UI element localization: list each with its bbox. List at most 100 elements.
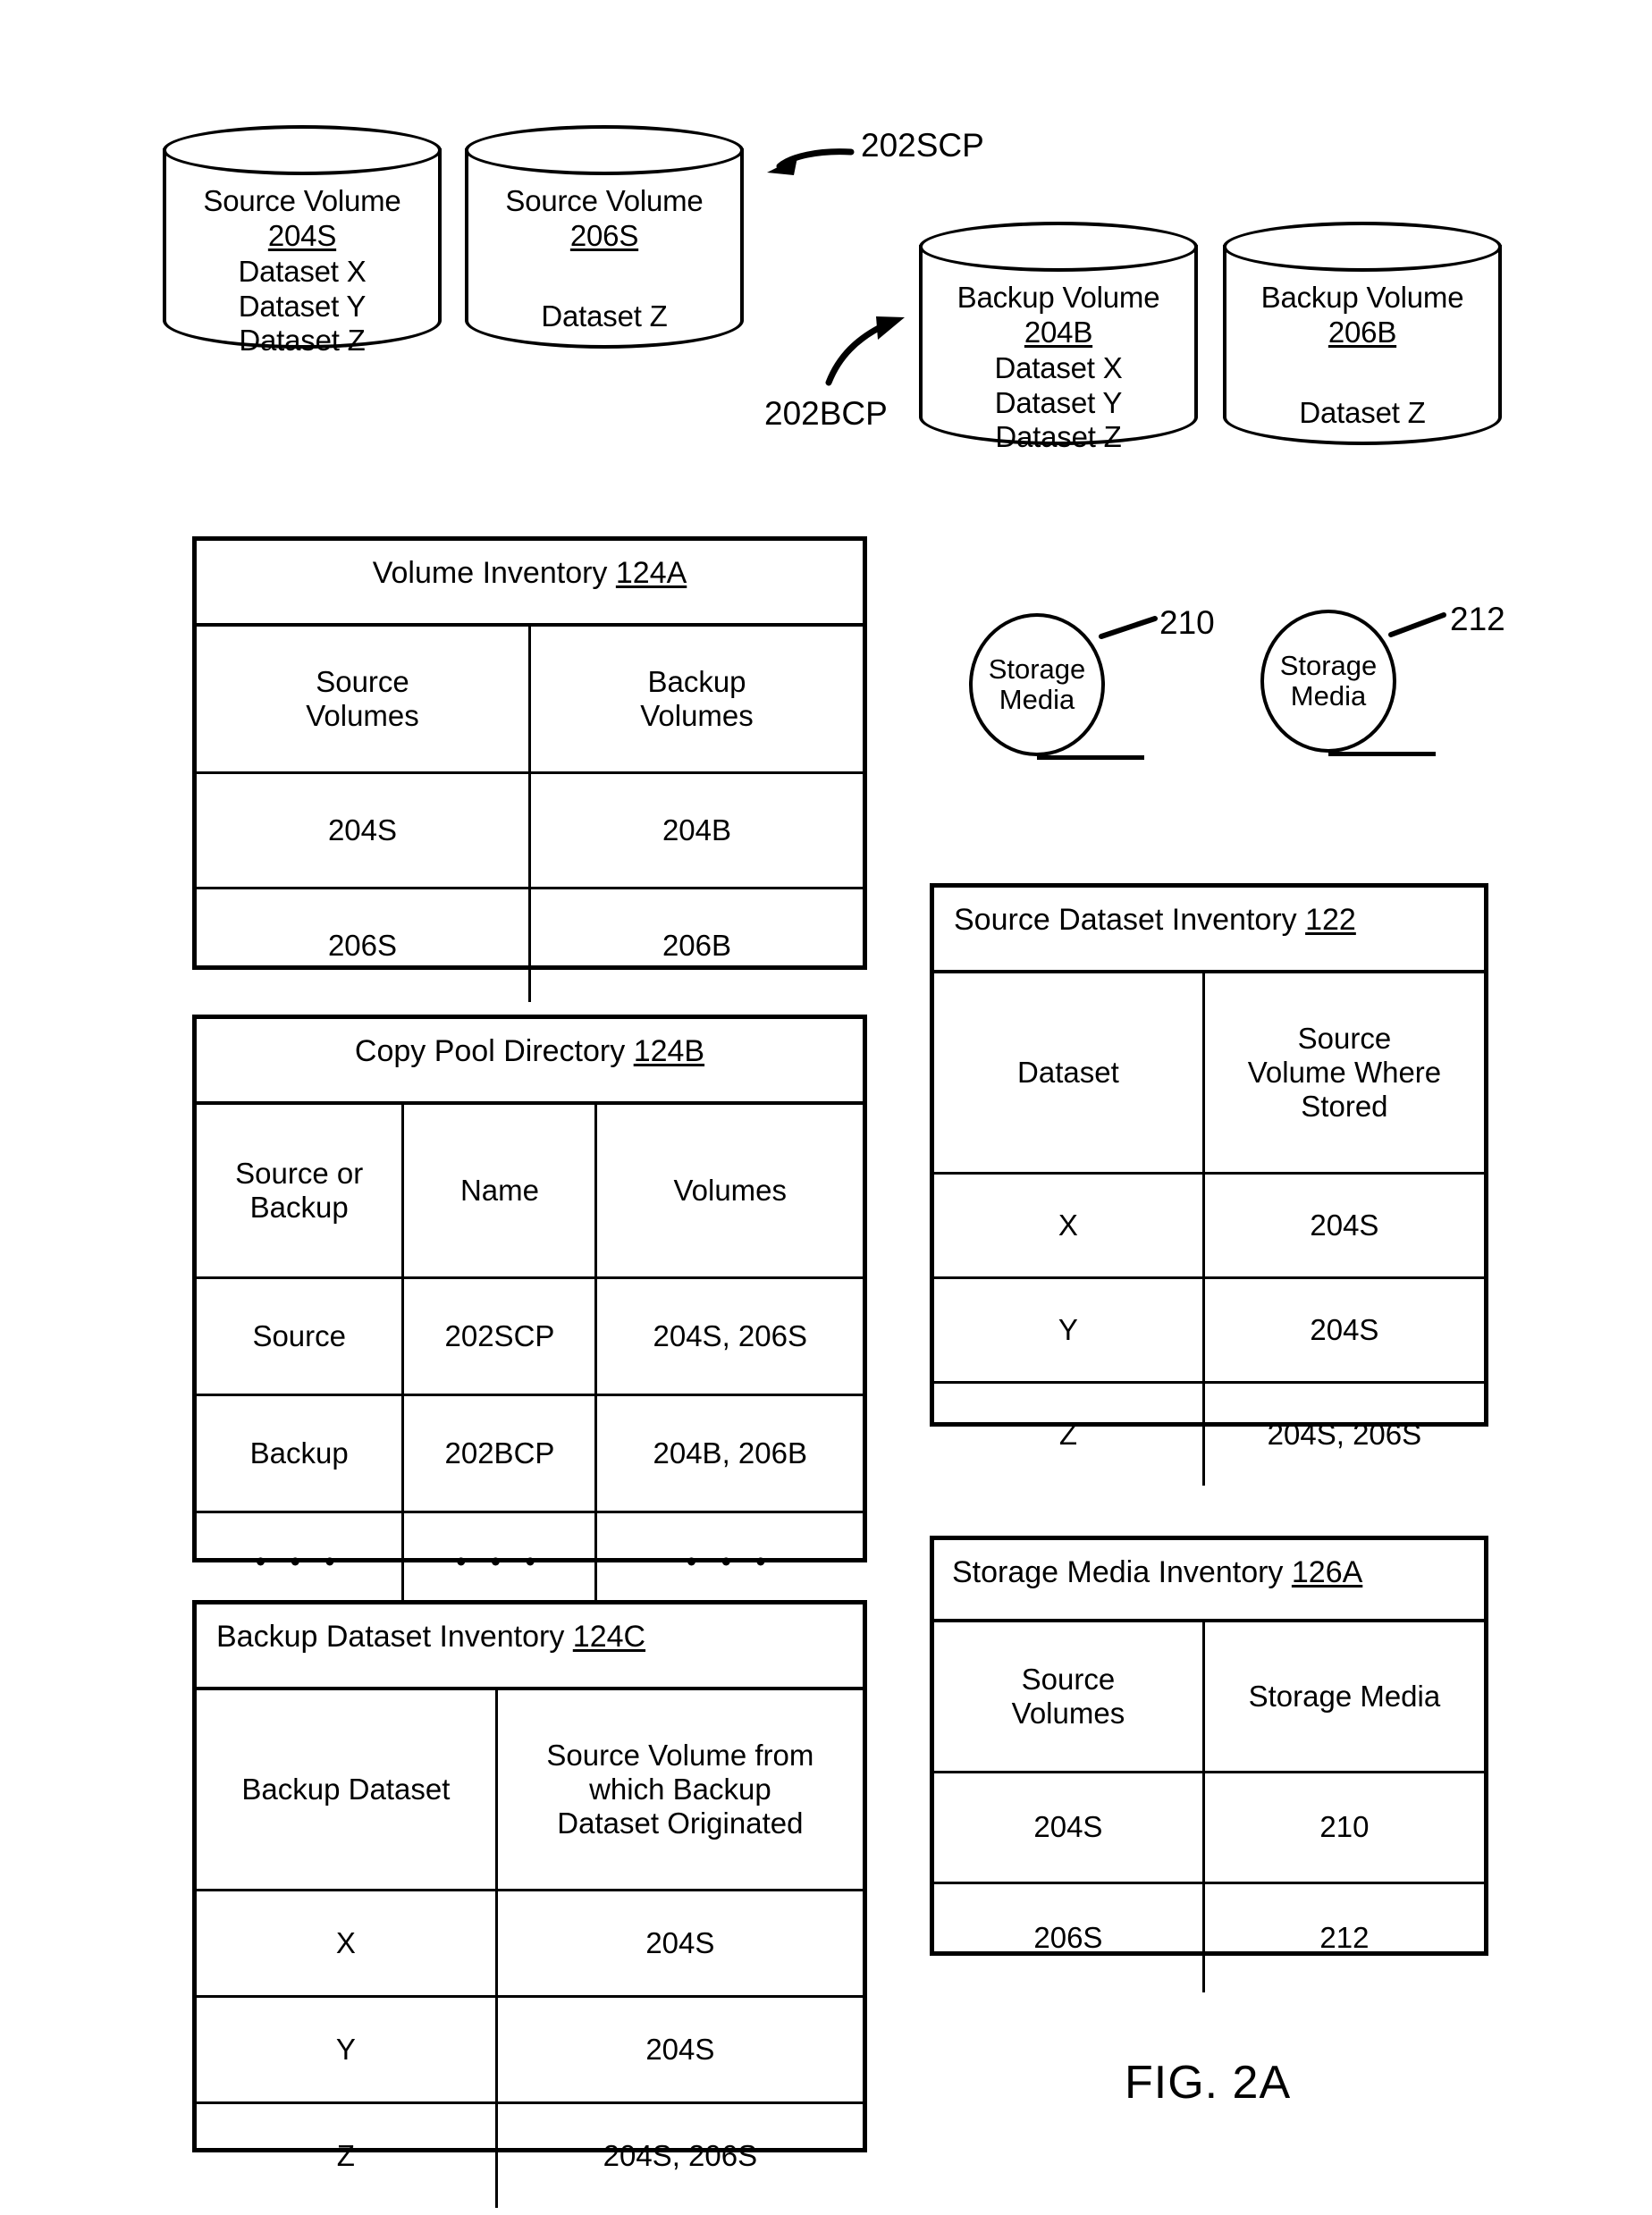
header-line: Volumes xyxy=(1011,1697,1125,1730)
storage-media-210: Storage Media xyxy=(969,613,1105,756)
backup-dataset-inventory-table: Backup Dataset Inventory 124C Backup Dat… xyxy=(192,1600,867,2208)
backup-volume-206b-cylinder: Backup Volume 206B Dataset Z xyxy=(1223,222,1502,445)
header-line: Backup xyxy=(647,664,746,698)
header-line: which Backup xyxy=(589,1772,771,1806)
dataset-item: Dataset Y xyxy=(238,289,367,323)
volume-inventory-caption: Volume Inventory 124A xyxy=(197,541,863,627)
cell-ellipsis: • • • xyxy=(197,1511,405,1610)
storage-media-inventory-caption: Storage Media Inventory 126A xyxy=(934,1540,1484,1622)
cell: 202BCP xyxy=(401,1394,598,1513)
table-row: 204S 210 xyxy=(934,1771,1484,1884)
source-dataset-inventory-ref: 122 xyxy=(1305,903,1356,937)
header-line: Volume Where xyxy=(1247,1055,1442,1089)
backup-dataset-inventory-caption: Backup Dataset Inventory 124C xyxy=(197,1604,863,1690)
table-row: Y 204S xyxy=(934,1276,1484,1384)
cell: Z xyxy=(197,2101,498,2208)
column-header-source-volumes: Source Volumes xyxy=(197,627,531,774)
source-volume-206s-cylinder: Source Volume 206S Dataset Z xyxy=(465,125,744,349)
header-line: Stored xyxy=(1301,1090,1388,1124)
table-row: Z 204S, 206S xyxy=(934,1381,1484,1486)
volume-id: 204B xyxy=(1024,315,1093,349)
cell: Y xyxy=(934,1276,1205,1384)
cell: 204S xyxy=(1201,1276,1484,1384)
cell: Z xyxy=(934,1381,1205,1486)
volume-id: 206B xyxy=(1328,315,1397,349)
table-row: 206S 212 xyxy=(934,1882,1484,1992)
cell-ellipsis: • • • xyxy=(594,1511,863,1610)
copy-pool-directory-title: Copy Pool Directory xyxy=(354,1034,634,1068)
source-dataset-inventory-title: Source Dataset Inventory xyxy=(954,903,1306,937)
cell: X xyxy=(197,1889,498,1998)
cell: 206S xyxy=(934,1882,1205,1992)
cell: 206S xyxy=(197,887,531,1002)
cell: 204S, 206S xyxy=(594,1276,863,1396)
table-row: Z 204S, 206S xyxy=(197,2101,863,2208)
source-dataset-inventory-table: Source Dataset Inventory 122 Dataset Sou… xyxy=(930,883,1488,1486)
volume-id: 204S xyxy=(267,218,337,252)
storage-media-line1: Storage xyxy=(1279,649,1378,681)
table-row: X 204S xyxy=(934,1172,1484,1279)
table-header-row: Backup Dataset Source Volume from which … xyxy=(197,1690,863,1891)
header-line: Name xyxy=(459,1173,539,1207)
dataset-item: Dataset Y xyxy=(994,385,1123,419)
dataset-list: Dataset X Dataset Y Dataset Z xyxy=(163,255,442,358)
cell: 204S xyxy=(494,1995,863,2104)
backup-dataset-inventory-ref: 124C xyxy=(572,1620,646,1654)
cylinder-top-ellipse xyxy=(1223,222,1502,272)
column-header-name: Name xyxy=(401,1105,598,1279)
cell: 204S xyxy=(197,771,531,889)
cylinder-top-ellipse xyxy=(163,125,442,175)
cell: Backup xyxy=(197,1394,405,1513)
cell: 212 xyxy=(1201,1882,1484,1992)
column-header-volumes: Volumes xyxy=(594,1105,863,1279)
table-header-row: Source or Backup Name Volumes xyxy=(197,1105,863,1279)
column-header-source-volume-where-stored: Source Volume Where Stored xyxy=(1201,973,1484,1175)
header-line: Source Volume from xyxy=(546,1738,814,1772)
storage-media-line1: Storage xyxy=(988,653,1086,685)
column-header-dataset: Dataset xyxy=(934,973,1205,1175)
backup-copy-pool-ref-label: 202BCP xyxy=(764,395,888,432)
header-line: Volumes xyxy=(306,699,419,732)
table-row: 204S 204B xyxy=(197,771,863,889)
backup-volume-206b-label: Backup Volume 206B Dataset Z xyxy=(1223,281,1502,431)
copy-pool-directory-ref: 124B xyxy=(633,1034,705,1068)
header-line: Backup xyxy=(249,1191,349,1224)
backup-volume-204b-cylinder: Backup Volume 204B Dataset X Dataset Y D… xyxy=(919,222,1198,453)
storage-media-212-base-line xyxy=(1328,752,1436,756)
volume-inventory-grid: Source Volumes Backup Volumes 204S 204B … xyxy=(197,627,863,1002)
storage-media-label: Storage Media xyxy=(1279,649,1378,712)
cell: 204B xyxy=(528,771,863,889)
column-header-source-volumes: Source Volumes xyxy=(934,1622,1205,1773)
column-header-backup-volumes: Backup Volumes xyxy=(528,627,863,774)
table-header-row: Source Volumes Storage Media xyxy=(934,1622,1484,1773)
column-header-source-or-backup: Source or Backup xyxy=(197,1105,405,1279)
dataset-item: Dataset X xyxy=(994,351,1123,385)
table-row-ellipsis: • • • • • • • • • xyxy=(197,1511,863,1610)
volume-title: Backup Volume xyxy=(1260,281,1464,314)
volume-title: Source Volume xyxy=(505,184,704,217)
cell: 204S xyxy=(934,1771,1205,1884)
source-copy-pool-ref-label: 202SCP xyxy=(861,127,984,164)
header-line: Volumes xyxy=(673,1173,788,1207)
patent-figure-2a: Source Volume 204S Dataset X Dataset Y D… xyxy=(0,0,1652,2215)
source-dataset-inventory-grid: Dataset Source Volume Where Stored X 204… xyxy=(934,973,1484,1486)
dataset-item: Dataset Z xyxy=(541,299,668,333)
cell: 204S, 206S xyxy=(494,2101,863,2208)
cell-ellipsis: • • • xyxy=(401,1511,598,1610)
cell: 206B xyxy=(528,887,863,1002)
volume-inventory-ref: 124A xyxy=(615,556,687,590)
table-row: 206S 206B xyxy=(197,887,863,1002)
copy-pool-directory-table: Copy Pool Directory 124B Source or Backu… xyxy=(192,1015,867,1610)
cell: 202SCP xyxy=(401,1276,598,1396)
dataset-item: Dataset Z xyxy=(1299,396,1426,430)
cylinder-top-ellipse xyxy=(465,125,744,175)
storage-media-210-ref-label: 210 xyxy=(1159,604,1215,641)
backup-dataset-inventory-grid: Backup Dataset Source Volume from which … xyxy=(197,1690,863,2208)
storage-media-inventory-title: Storage Media Inventory xyxy=(952,1555,1292,1589)
header-line: Dataset xyxy=(1017,1055,1119,1089)
column-header-source-volume-origin: Source Volume from which Backup Dataset … xyxy=(494,1690,863,1891)
table-row: Source 202SCP 204S, 206S xyxy=(197,1276,863,1396)
header-line: Source xyxy=(1297,1021,1392,1055)
dataset-list: Dataset X Dataset Y Dataset Z xyxy=(919,351,1198,455)
backup-dataset-inventory-title: Backup Dataset Inventory xyxy=(216,1620,573,1654)
